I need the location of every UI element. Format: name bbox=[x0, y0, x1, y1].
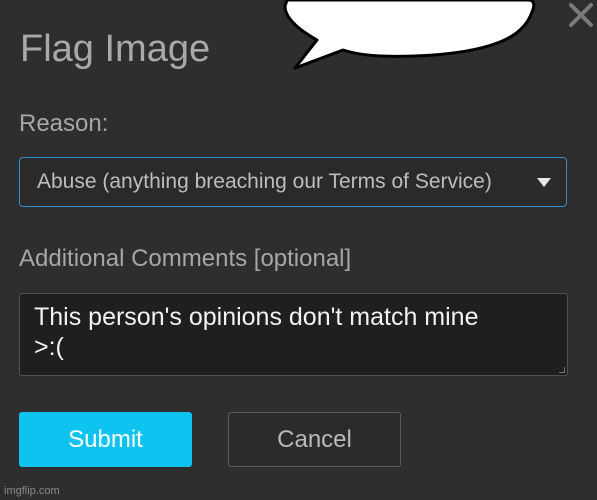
cancel-button[interactable]: Cancel bbox=[228, 412, 401, 467]
resize-handle-icon[interactable] bbox=[559, 367, 565, 373]
reason-selected-value: Abuse (anything breaching our Terms of S… bbox=[37, 170, 492, 193]
submit-button[interactable]: Submit bbox=[19, 412, 192, 467]
flag-image-dialog: Flag Image Reason: Abuse (anything breac… bbox=[0, 0, 597, 500]
speech-bubble bbox=[283, 0, 536, 70]
chevron-down-icon bbox=[537, 178, 551, 187]
comments-textarea[interactable]: This person's opinions don't match mine … bbox=[19, 293, 568, 376]
reason-select[interactable]: Abuse (anything breaching our Terms of S… bbox=[19, 157, 567, 207]
comments-text: This person's opinions don't match mine … bbox=[34, 303, 479, 361]
reason-label: Reason: bbox=[19, 110, 109, 137]
watermark: imgflip.com bbox=[4, 485, 60, 497]
close-icon[interactable] bbox=[566, 0, 596, 30]
comments-label: Additional Comments [optional] bbox=[19, 245, 352, 272]
page: Flag Image Reason: Abuse (anything breac… bbox=[0, 0, 597, 500]
dialog-title: Flag Image bbox=[20, 28, 211, 70]
